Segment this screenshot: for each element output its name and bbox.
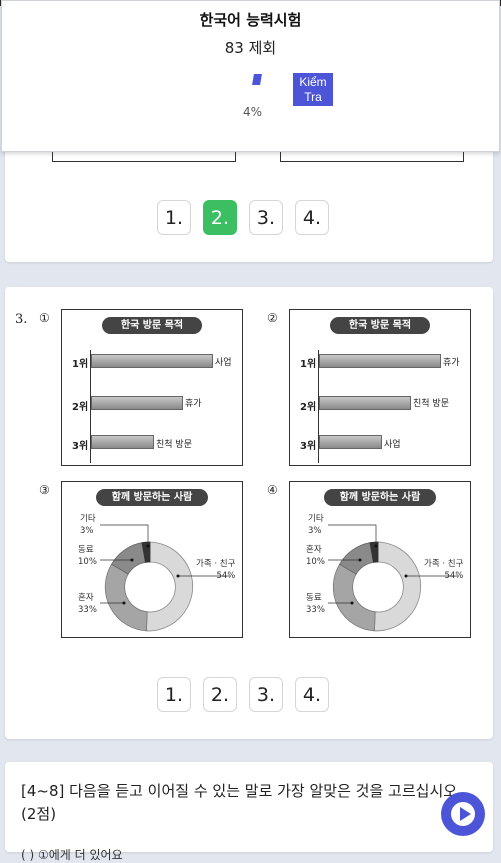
panel-edge: [280, 152, 464, 162]
bar: [319, 354, 441, 368]
chart-title: 한국 방문 목적: [330, 317, 430, 334]
panel-edge: [52, 152, 236, 162]
question-sub-text: ( ) ①에게 더 있어요: [21, 848, 123, 862]
slice-label: 동료 10%: [78, 545, 97, 567]
option-1-button[interactable]: 1.: [157, 677, 191, 712]
rank-label: 3위: [72, 441, 89, 452]
progress-icon: [252, 74, 262, 85]
choice-marker: ②: [267, 311, 278, 325]
bar: [91, 396, 183, 410]
slice-label: 가족 · 친구 54%: [196, 559, 236, 581]
donut-chart-panel: 함께 방문하는 사람 기타 3% 혼자 10% 동료 33% 가족 · 친구 54%: [289, 481, 471, 638]
bar-label: 친척 방문: [156, 440, 192, 450]
chart-title: 한국 방문 목적: [102, 317, 202, 334]
bar: [91, 435, 154, 449]
bar-label: 사업: [384, 440, 401, 450]
option-2-button[interactable]: 2.: [203, 200, 237, 235]
choice-marker: ③: [39, 483, 50, 497]
option-3-button[interactable]: 3.: [249, 200, 283, 235]
slice-label: 혼자 10%: [306, 545, 325, 567]
check-button[interactable]: Kiểm Tra: [293, 73, 333, 106]
bar: [319, 396, 411, 410]
exam-round: 83 제회: [224, 39, 277, 57]
question-3-card: 3. ① 한국 방문 목적 1위 사업 2위 휴가 3위 친척 방문 ② 한국 …: [5, 287, 493, 739]
choice-marker: ①: [39, 311, 50, 325]
slice-label: 기타 3%: [80, 514, 96, 536]
slice-label: 혼자 33%: [78, 593, 97, 615]
slice-label: 기타 3%: [308, 514, 324, 536]
option-1-button[interactable]: 1.: [157, 200, 191, 235]
rank-label: 2위: [72, 402, 89, 413]
rank-label: 1위: [72, 359, 89, 370]
answer-options: 1. 2. 3. 4.: [157, 200, 329, 235]
rank-label: 1위: [300, 359, 317, 370]
donut-chart-panel: 함께 방문하는 사람 기타 3% 동료 10% 혼자 33% 가족 · 친구 54%: [61, 481, 243, 638]
header: 한국어 능력시험 83 제회 4% Kiểm Tra: [1, 0, 500, 152]
choice-marker: ④: [267, 483, 278, 497]
bar-chart-panel: 한국 방문 목적 1위 사업 2위 휴가 3위 친척 방문: [61, 309, 243, 466]
bar-label: 휴가: [443, 358, 460, 368]
question-2-card: 1. 2. 3. 4.: [5, 145, 493, 262]
bar-label: 친척 방문: [413, 399, 449, 409]
bar: [319, 435, 382, 449]
question-number: 3.: [15, 312, 28, 327]
rank-label: 2위: [300, 402, 317, 413]
bar-label: 휴가: [185, 399, 202, 409]
question-4-card: [4~8] 다음을 듣고 이어질 수 있는 말로 가장 알맞은 것을 고르십시오…: [5, 762, 493, 862]
progress-percent: 4%: [243, 105, 263, 119]
slice-label: 동료 33%: [306, 593, 325, 615]
option-4-button[interactable]: 4.: [295, 677, 329, 712]
page-title: 한국어 능력시험: [199, 11, 302, 29]
option-4-button[interactable]: 4.: [295, 200, 329, 235]
slice-label: 가족 · 친구 54%: [424, 559, 464, 581]
bar-chart-panel: 한국 방문 목적 1위 휴가 2위 친척 방문 3위 사업: [289, 309, 471, 466]
bar: [91, 354, 213, 368]
bar-label: 사업: [215, 358, 232, 368]
play-audio-button[interactable]: [441, 792, 485, 836]
play-triangle-icon: [460, 807, 471, 821]
answer-options: 1. 2. 3. 4.: [157, 677, 329, 712]
option-2-button[interactable]: 2.: [203, 677, 237, 712]
question-instruction: [4~8] 다음을 듣고 이어질 수 있는 말로 가장 알맞은 것을 고르십시오…: [21, 782, 462, 823]
option-3-button[interactable]: 3.: [249, 677, 283, 712]
rank-label: 3위: [300, 441, 317, 452]
